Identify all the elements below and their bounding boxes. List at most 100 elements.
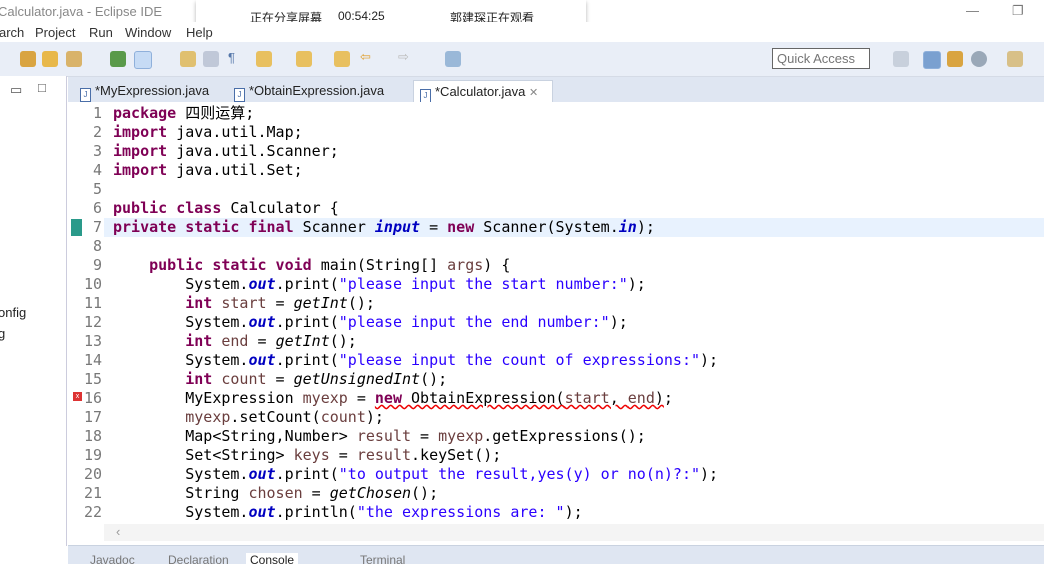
code-token: out <box>248 275 276 293</box>
editor-tabs: J *MyExpression.java J *ObtainExpression.j… <box>68 77 1044 103</box>
code-token: ) <box>654 389 664 407</box>
mark-occurrences-icon[interactable] <box>134 51 152 69</box>
menu-search[interactable]: arch <box>0 25 24 40</box>
code-line: int count = getUnsignedInt(); <box>113 370 447 389</box>
code-token: .setCount( <box>230 408 321 426</box>
code-token: package <box>113 104 177 122</box>
scroll-left-icon[interactable]: ‹ <box>116 524 120 539</box>
code-token: getChosen <box>329 484 412 502</box>
code-token: end <box>627 389 655 407</box>
tab-obtainexpression[interactable]: J *ObtainExpression.java <box>228 80 390 102</box>
code-token: public class <box>113 199 222 217</box>
code-token: = <box>266 370 294 388</box>
code-token: ); <box>700 351 719 369</box>
next-annotation-icon[interactable] <box>256 51 272 67</box>
tab-terminal[interactable]: Terminal <box>360 553 405 567</box>
search-tool-icon[interactable] <box>66 51 82 67</box>
new-window-icon[interactable] <box>1007 51 1023 67</box>
debug-perspective-icon[interactable] <box>947 51 963 67</box>
code-token: chosen <box>248 484 303 502</box>
code-line: System.out.print("please input the count… <box>113 351 718 370</box>
code-token: .print( <box>275 465 339 483</box>
package-explorer-panel: ▭ □ onfig g <box>0 76 67 546</box>
line-number: 19 <box>83 446 102 464</box>
tab-javadoc[interactable]: Javadoc <box>90 553 135 567</box>
code-token: int <box>185 294 213 312</box>
code-token: input <box>374 218 421 236</box>
line-number: 6 <box>92 199 102 217</box>
tab-calculator[interactable]: J *Calculator.java ✕ <box>413 80 553 103</box>
code-token: = <box>347 389 375 407</box>
code-token: new <box>374 389 402 407</box>
code-token: ; <box>663 389 673 407</box>
line-number: 13 <box>83 332 102 350</box>
java-perspective-icon[interactable] <box>923 51 941 69</box>
code-line: System.out.print("to output the result,y… <box>113 465 718 484</box>
code-token: public static void <box>149 256 312 274</box>
line-number: 9 <box>92 256 102 274</box>
code-token: ); <box>365 408 384 426</box>
code-line: String chosen = getChosen(); <box>113 484 438 503</box>
line-number-gutter: 1 2 3 4 5 6 7 8 9 10 11 12 13 14 15 16 17 18 19 20 21 22 <box>69 104 102 524</box>
open-project-icon[interactable] <box>20 51 36 67</box>
tree-item[interactable]: onfig <box>0 305 26 320</box>
code-token: ); <box>700 465 719 483</box>
tab-myexpression[interactable]: J *MyExpression.java <box>74 80 215 102</box>
tab-console[interactable]: Console <box>246 553 299 567</box>
git-perspective-icon[interactable] <box>971 51 987 67</box>
code-token: count <box>320 408 366 426</box>
code-token: System. <box>113 313 249 331</box>
menu-project[interactable]: Project <box>35 25 75 40</box>
open-folder-icon[interactable] <box>42 51 58 67</box>
code-token: import <box>113 123 168 141</box>
close-tab-icon[interactable]: ✕ <box>529 87 538 99</box>
line-number: 3 <box>92 142 102 160</box>
maximize-view-icon[interactable]: □ <box>38 80 46 95</box>
restore-button[interactable]: ❐ <box>1012 3 1024 19</box>
line-number: 21 <box>83 484 102 502</box>
code-token: keys <box>293 446 330 464</box>
code-line: package 四则运算; <box>113 104 254 123</box>
code-token: (); <box>420 370 448 388</box>
line-number: 14 <box>83 351 102 369</box>
code-token: getUnsignedInt <box>293 370 421 388</box>
last-edit-icon[interactable] <box>334 51 350 67</box>
code-token: "please input the start number:" <box>338 275 628 293</box>
code-token: Calculator { <box>221 199 339 217</box>
tree-item[interactable]: g <box>0 326 5 341</box>
show-whitespace-icon[interactable] <box>203 51 219 67</box>
menu-window[interactable]: Window <box>125 25 171 40</box>
code-token: "please input the count of expressions:" <box>338 351 701 369</box>
pilcrow-icon[interactable]: ¶ <box>228 50 244 66</box>
line-number: 7 <box>92 218 102 236</box>
forward-arrow-icon[interactable]: ⇨ <box>398 49 414 65</box>
menu-run[interactable]: Run <box>89 25 113 40</box>
block-selection-icon[interactable] <box>180 51 196 67</box>
code-token: = <box>329 446 357 464</box>
code-token: ObtainExpression( <box>402 389 565 407</box>
horizontal-scrollbar[interactable]: ‹ <box>104 524 1044 541</box>
code-token: .keySet(); <box>411 446 502 464</box>
minimize-button[interactable]: — <box>966 3 979 18</box>
code-line: System.out.print("please input the end n… <box>113 313 628 332</box>
code-token: = <box>411 427 439 445</box>
code-token: 四则运算; <box>176 104 255 122</box>
open-perspective-icon[interactable] <box>445 51 461 67</box>
toggle-breadcrumb-icon[interactable] <box>110 51 126 67</box>
code-token: myexp <box>438 427 484 445</box>
minimize-view-icon[interactable]: ▭ <box>10 82 22 98</box>
code-token: .println( <box>275 503 357 521</box>
code-token: private static final <box>113 218 294 236</box>
quick-access-input[interactable] <box>772 48 870 69</box>
menu-help[interactable]: Help <box>186 25 213 40</box>
previous-annotation-icon[interactable] <box>296 51 312 67</box>
back-arrow-icon[interactable]: ⇦ <box>360 49 376 65</box>
code-token: ); <box>609 313 628 331</box>
open-perspective-toolbar-icon[interactable] <box>893 51 909 67</box>
tab-declaration[interactable]: Declaration <box>168 553 229 567</box>
code-token: out <box>248 465 276 483</box>
line-number: 11 <box>83 294 102 312</box>
